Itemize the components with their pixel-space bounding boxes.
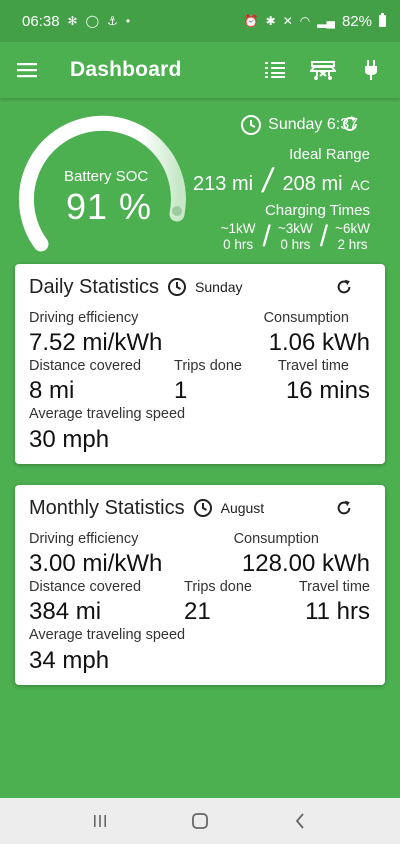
- menu-icon: [17, 63, 37, 78]
- charging-power: ~3kW: [277, 221, 313, 236]
- trips-label: Trips done: [184, 579, 252, 595]
- clock-icon: [241, 115, 262, 135]
- travel-time-label: Travel time: [298, 579, 370, 595]
- list-icon: [265, 62, 285, 78]
- travel-time-value: 11 hrs: [305, 598, 370, 625]
- avg-speed-label: Average traveling speed: [29, 627, 186, 643]
- system-nav-bar: [0, 798, 400, 844]
- usb-icon: ⚓: [107, 14, 118, 28]
- charging-button[interactable]: [354, 50, 388, 90]
- avg-speed-value: 30 mph: [29, 426, 110, 453]
- battery-icon: [379, 13, 386, 27]
- driving-efficiency-value: 3.00 mi/kWh: [29, 550, 163, 577]
- charging-time: 0 hrs: [280, 237, 311, 252]
- range-value-1: 213 mi: [193, 173, 254, 195]
- travel-time-label: Travel time: [277, 358, 349, 374]
- ideal-range-label: Ideal Range: [289, 146, 370, 163]
- charging-power: ~1kW: [220, 221, 256, 236]
- card-title: Monthly Statistics: [29, 496, 185, 519]
- alarm-icon: ⏰: [243, 14, 259, 28]
- status-bar: 06:38 ✻ ◯ ⚓ • ⏰ ✱ ✕ ◠ ▂▄ 82%: [0, 0, 400, 42]
- refresh-button[interactable]: [338, 112, 362, 136]
- range-value-2: 208 mi: [282, 173, 343, 195]
- charging-option-6kw: ~6kW 2 hrs: [335, 221, 370, 253]
- battery-percent: 82%: [341, 12, 372, 30]
- app-bar: Dashboard: [0, 42, 400, 98]
- battery-summary: Battery SOC 91 % Sunday 6:37 Ideal Range…: [0, 98, 400, 263]
- home-button[interactable]: [180, 801, 220, 841]
- back-icon: [295, 813, 304, 829]
- back-button[interactable]: [280, 801, 320, 841]
- daily-statistics-card: Daily Statistics Sunday Driving efficien…: [15, 264, 385, 464]
- refresh-button[interactable]: [335, 278, 353, 296]
- trips-label: Trips done: [174, 358, 242, 374]
- consumption-value: 1.06 kWh: [268, 329, 370, 356]
- mute-icon: ✕: [282, 14, 293, 28]
- status-time: 06:38: [22, 12, 60, 30]
- home-icon: [192, 813, 208, 829]
- refresh-icon: [337, 279, 351, 294]
- clock-icon: [168, 278, 187, 296]
- distance-value: 384 mi: [29, 598, 102, 625]
- refresh-icon: [343, 116, 357, 131]
- consumption-value: 128.00 kWh: [241, 550, 370, 577]
- driving-efficiency-label: Driving efficiency: [29, 310, 139, 326]
- charging-time: 0 hrs: [223, 237, 254, 252]
- trips-value: 21: [184, 598, 211, 625]
- trip-list-button[interactable]: [258, 50, 292, 90]
- trips-value: 1: [174, 377, 188, 404]
- distance-label: Distance covered: [29, 579, 142, 595]
- dot-icon: •: [125, 14, 131, 28]
- refresh-button[interactable]: [335, 499, 353, 517]
- card-title: Daily Statistics: [29, 275, 160, 298]
- charging-divider: /: [319, 220, 329, 253]
- period-label: August: [220, 500, 265, 516]
- charging-divider: /: [262, 220, 271, 253]
- charging-time: 2 hrs: [337, 237, 368, 252]
- distance-label: Distance covered: [29, 358, 142, 374]
- refresh-icon: [337, 500, 351, 515]
- bluetooth-icon: ✱: [265, 14, 276, 28]
- page-title: Dashboard: [70, 58, 182, 81]
- plug-icon: [365, 60, 377, 80]
- menu-button[interactable]: [0, 42, 54, 98]
- sync-icon: ◯: [85, 14, 100, 28]
- charging-times: ~1kW 0 hrs / ~3kW 0 hrs / ~6kW 2 hrs: [221, 221, 370, 253]
- recent-apps-icon: [94, 815, 106, 827]
- fan-icon: ✻: [67, 14, 78, 28]
- period-picker[interactable]: Sunday: [167, 277, 243, 297]
- charging-option-3kw: ~3kW 0 hrs: [278, 221, 313, 253]
- charging-option-1kw: ~1kW 0 hrs: [221, 221, 256, 253]
- avg-speed-value: 34 mph: [29, 647, 110, 674]
- recent-apps-button[interactable]: [80, 801, 120, 841]
- battery-soc-value: 91 %: [66, 186, 153, 227]
- travel-time-value: 16 mins: [285, 377, 370, 404]
- range-divider: /: [259, 162, 276, 200]
- monthly-statistics-card: Monthly Statistics August Driving effici…: [15, 485, 385, 685]
- period-picker[interactable]: August: [193, 498, 265, 518]
- period-label: Sunday: [195, 279, 243, 295]
- consumption-label: Consumption: [233, 531, 319, 547]
- consumption-label: Consumption: [263, 310, 349, 326]
- range-values: 213 mi / 208 mi AC: [193, 162, 370, 200]
- vehicle-button[interactable]: [306, 50, 340, 90]
- signal-icon: ▂▄: [317, 14, 335, 28]
- range-ac-label: AC: [350, 177, 370, 193]
- clock-icon: [193, 499, 212, 517]
- battery-soc-label: Battery SOC: [64, 168, 149, 185]
- driving-efficiency-label: Driving efficiency: [29, 531, 139, 547]
- wifi-icon: ◠: [299, 14, 311, 28]
- car-icon: [310, 61, 336, 80]
- driving-efficiency-value: 7.52 mi/kWh: [29, 329, 163, 356]
- distance-value: 8 mi: [29, 377, 75, 404]
- charging-times-label: Charging Times: [264, 202, 370, 219]
- avg-speed-label: Average traveling speed: [29, 406, 186, 422]
- charging-power: ~6kW: [335, 221, 370, 236]
